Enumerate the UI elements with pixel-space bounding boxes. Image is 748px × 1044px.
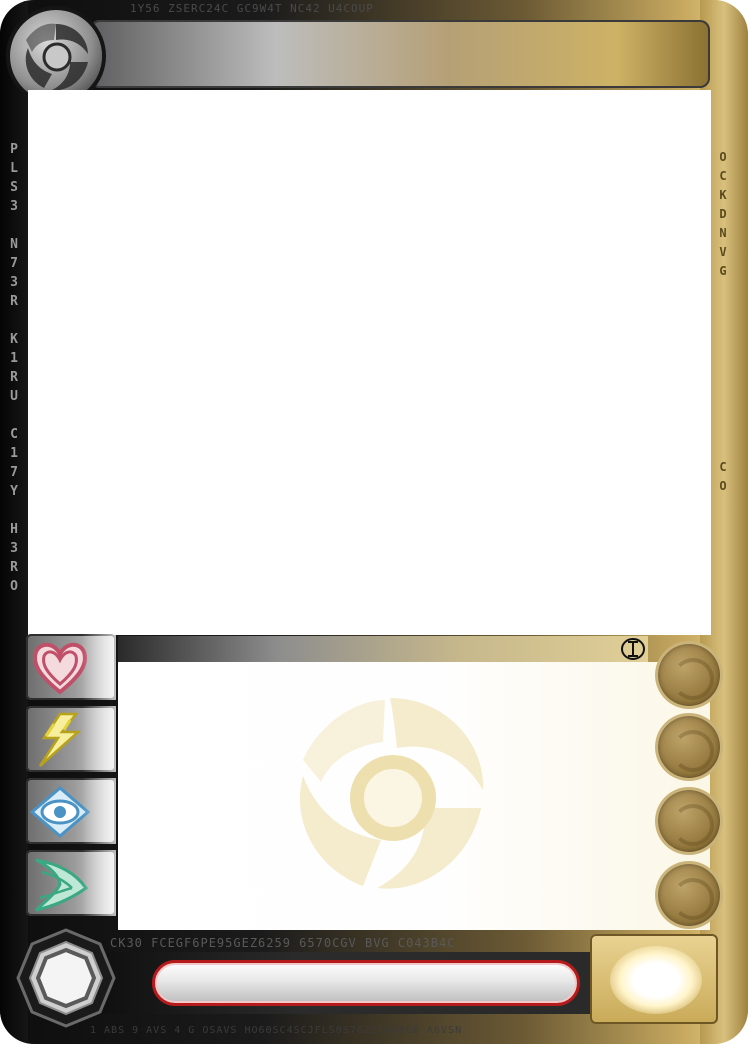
faction-swirl-icon [25, 23, 88, 91]
card-frame: 1Y56 ZSERC24C GC9W4T NC42 U4COUP P L S 3… [0, 0, 748, 1044]
name-field [152, 960, 580, 1006]
round-slot-2 [658, 716, 720, 778]
title-bar [90, 20, 710, 88]
roman-numeral-one-icon [621, 638, 645, 660]
right-edge-code-lower: C O [719, 460, 727, 493]
eye-icon [30, 786, 90, 838]
swirl-icon [672, 878, 714, 920]
slot-sheen [82, 778, 116, 844]
heart-icon [33, 642, 87, 695]
slot-sheen [82, 850, 116, 916]
stat-slot-vision [26, 778, 116, 844]
sun-emblem [590, 934, 718, 1024]
sun-icon [610, 946, 702, 1014]
right-edge-code: O C K D N V G [719, 150, 727, 278]
round-slot-1 [658, 644, 720, 706]
swirl-icon [672, 804, 714, 846]
stat-slot-health [26, 634, 116, 700]
bottom-edge-code-lower: 1 ABS 9 AVS 4 G OSAVS HO60SC4SCJFLS0S76Z… [90, 1025, 463, 1036]
faction-logo [10, 10, 102, 102]
lightning-icon [38, 712, 82, 767]
round-slot-4 [658, 864, 720, 926]
artwork-area [28, 90, 711, 635]
slot-sheen [82, 706, 116, 772]
swirl-icon [672, 730, 714, 772]
speed-arrow-icon [35, 858, 89, 912]
bottom-edge-code: CK30 FCEGF6PE95GEZ6259 6570CGV BVG C043B… [110, 936, 456, 950]
stat-slot-speed [26, 850, 116, 916]
octagon-cost-icon [16, 928, 116, 1028]
left-edge-code: P L S 3 N 7 3 R K 1 R U C 1 7 Y H 3 R O [10, 142, 18, 594]
type-line-bar [118, 636, 648, 662]
stat-slot-energy [26, 706, 116, 772]
slot-sheen [82, 634, 116, 700]
round-slot-3 [658, 790, 720, 852]
swirl-icon [672, 658, 714, 700]
faction-watermark-icon [299, 698, 484, 889]
top-edge-code: 1Y56 ZSERC24C GC9W4T NC42 U4COUP [130, 2, 374, 15]
